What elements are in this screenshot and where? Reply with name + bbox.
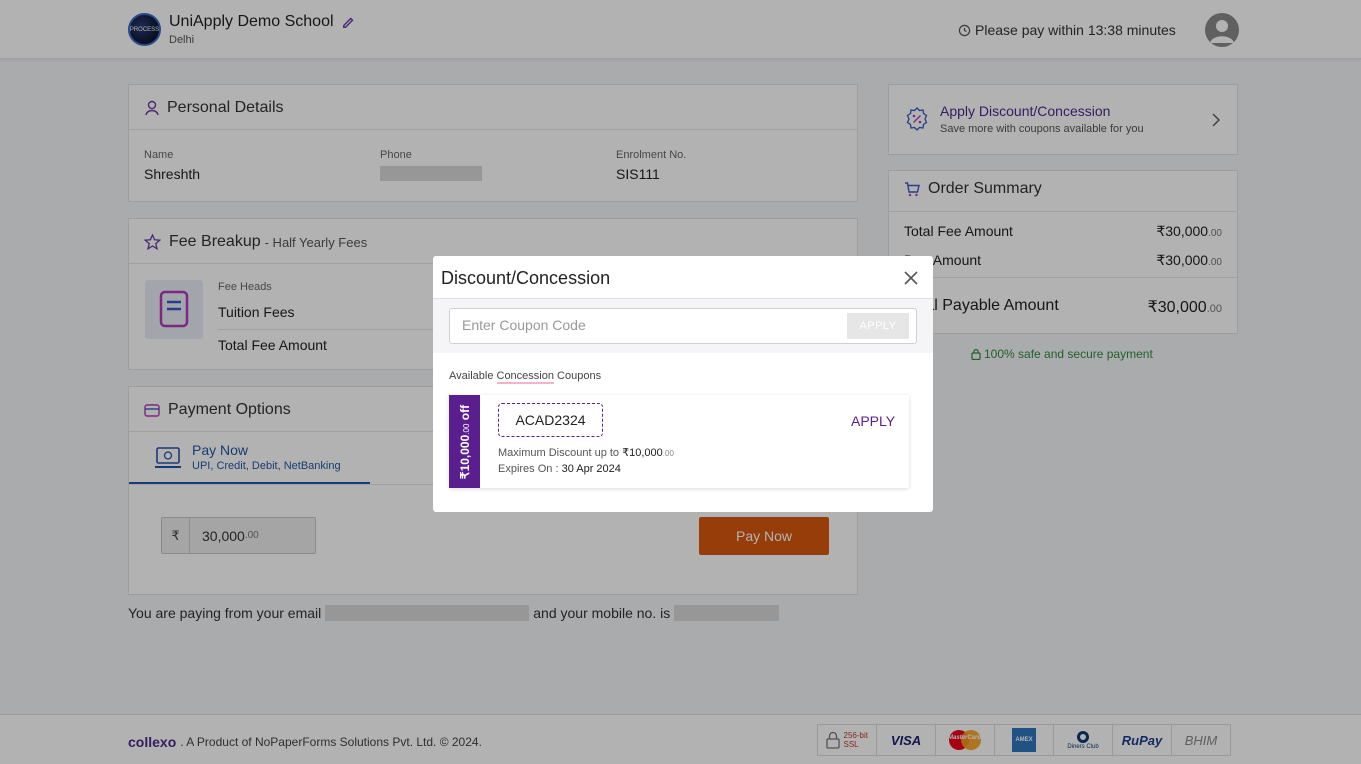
coupon-tag-off: off bbox=[457, 404, 472, 424]
expiry-value: 30 Apr 2024 bbox=[561, 463, 621, 475]
coupon-card: ₹10,000.00 off ACAD2324 APPLY Maximum Di… bbox=[449, 395, 909, 488]
available-post: Coupons bbox=[553, 370, 602, 382]
max-discount-value: ₹10,000 bbox=[622, 447, 663, 459]
coupon-code: ACAD2324 bbox=[498, 403, 603, 437]
coupon-tag-decimal: .00 bbox=[461, 423, 471, 435]
apply-coupon-button[interactable]: APPLY bbox=[847, 313, 909, 339]
coupon-entry-band: APPLY bbox=[433, 299, 933, 353]
coupon-apply-link[interactable]: APPLY bbox=[851, 413, 895, 429]
coupon-tag-amount: ₹10,000 bbox=[457, 434, 472, 479]
discount-modal: Discount/Concession APPLY Available Conc… bbox=[433, 256, 933, 512]
coupon-input-wrapper: APPLY bbox=[449, 308, 917, 344]
coupon-code-input[interactable] bbox=[462, 317, 842, 333]
max-discount-decimal: .00 bbox=[662, 449, 674, 458]
coupon-discount-tag: ₹10,000.00 off bbox=[449, 395, 480, 488]
close-icon[interactable] bbox=[903, 270, 919, 286]
expiry-label: Expires On : bbox=[498, 463, 562, 475]
coupon-tag-text: ₹10,000.00 off bbox=[458, 404, 472, 478]
available-highlight: Concession bbox=[496, 370, 554, 384]
available-coupons-label: Available Concession Coupons bbox=[449, 370, 602, 384]
modal-title: Discount/Concession bbox=[441, 268, 611, 288]
coupon-max-discount: Maximum Discount up to ₹10,000.00 bbox=[498, 446, 674, 459]
available-pre: Available bbox=[449, 370, 497, 382]
max-discount-label: Maximum Discount up to bbox=[498, 447, 623, 459]
coupon-expiry: Expires On : 30 Apr 2024 bbox=[498, 463, 621, 475]
